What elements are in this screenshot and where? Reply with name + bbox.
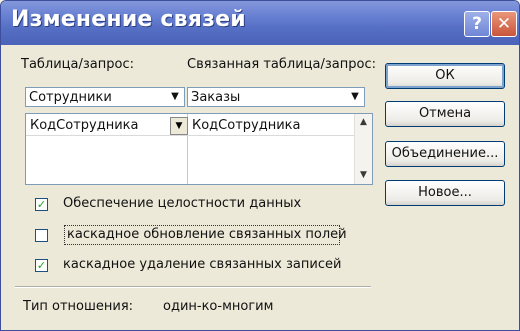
related-table-combo-value: Заказы xyxy=(191,90,241,105)
new-button[interactable]: Новое... xyxy=(385,180,505,206)
edit-relationships-dialog: Изменение связей ? ✕ Таблица/запрос: Свя… xyxy=(0,0,520,331)
separator xyxy=(15,286,371,288)
window-title: Изменение связей xyxy=(11,7,246,32)
grid-scrollbar[interactable]: ▲ ▼ xyxy=(354,114,372,184)
close-button[interactable]: ✕ xyxy=(491,11,517,37)
chevron-down-icon[interactable]: ▼ xyxy=(170,117,188,135)
row-divider xyxy=(26,135,356,136)
right-field-cell[interactable]: КодСотрудника xyxy=(192,118,300,133)
cascade-delete-label: каскадное удаление связанных записей xyxy=(63,257,342,272)
cascade-delete-checkbox[interactable]: ✓ xyxy=(35,259,48,272)
help-button[interactable]: ? xyxy=(464,11,490,37)
integrity-label: Обеспечение целостности данных xyxy=(63,196,302,211)
left-field-cell[interactable]: КодСотрудника xyxy=(30,118,138,133)
related-table-combo[interactable]: Заказы ▼ xyxy=(187,87,365,107)
relationship-type-value: один-ко-многим xyxy=(163,299,274,314)
chevron-down-icon[interactable]: ▼ xyxy=(348,90,362,104)
table-combo-value: Сотрудники xyxy=(29,90,112,105)
field-mapping-grid[interactable]: КодСотрудника ▼ КодСотрудника ▲ ▼ xyxy=(25,113,373,185)
scroll-up-icon[interactable]: ▲ xyxy=(355,114,372,131)
cancel-button[interactable]: Отмена xyxy=(385,101,505,127)
ok-button[interactable]: ОК xyxy=(385,63,505,89)
related-table-query-label: Связанная таблица/запрос: xyxy=(187,57,376,72)
relationship-type-label: Тип отношения: xyxy=(23,299,134,314)
table-combo[interactable]: Сотрудники ▼ xyxy=(25,87,185,107)
title-bar[interactable]: Изменение связей ? ✕ xyxy=(1,1,519,45)
join-type-button[interactable]: Объединение... xyxy=(385,141,505,167)
table-query-label: Таблица/запрос: xyxy=(21,57,134,72)
cascade-update-checkbox[interactable] xyxy=(35,229,48,242)
cascade-update-label: каскадное обновление связанных полей xyxy=(67,227,347,242)
chevron-down-icon[interactable]: ▼ xyxy=(168,90,182,104)
integrity-checkbox[interactable]: ✓ xyxy=(35,198,48,211)
scroll-down-icon[interactable]: ▼ xyxy=(355,167,372,184)
